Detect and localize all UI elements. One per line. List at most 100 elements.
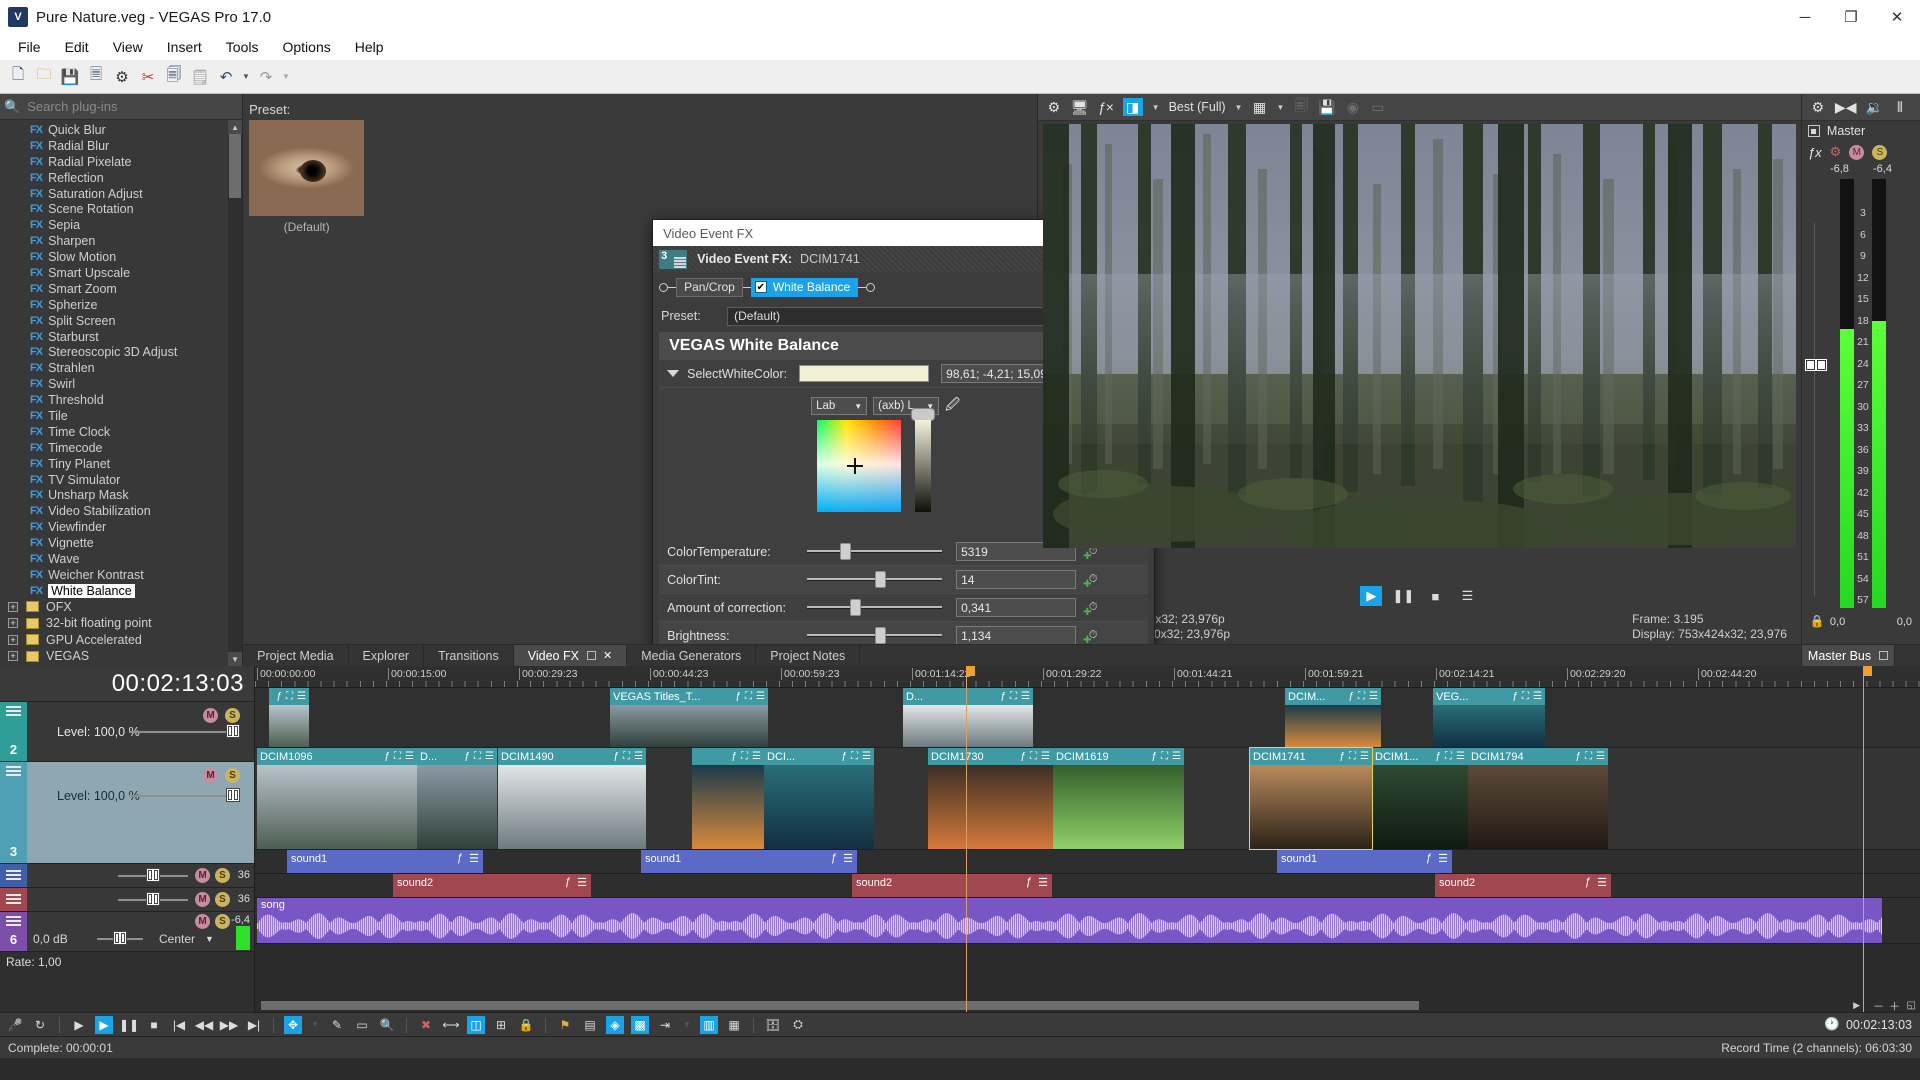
plugin-folder-item[interactable]: +GPU Accelerated bbox=[0, 632, 242, 648]
event-pan-crop-icon[interactable]: ⛶ bbox=[1030, 751, 1037, 762]
timeline-track-3[interactable]: DCIM1096ƒ⛶☰D...ƒ⛶☰DCIM1490ƒ⛶☰ƒ⛶☰DCI...ƒ⛶… bbox=[255, 748, 1920, 850]
event-menu-icon[interactable]: ☰ bbox=[1172, 751, 1181, 762]
plugin-list-item[interactable]: FXSwirl bbox=[0, 376, 242, 392]
event-menu-icon[interactable]: ☰ bbox=[577, 876, 587, 889]
track-gain-value[interactable]: 0,0 dB bbox=[33, 932, 68, 946]
menu-item-view[interactable]: View bbox=[101, 37, 155, 57]
event-pan-crop-icon[interactable]: ⛶ bbox=[745, 691, 752, 702]
event-pan-crop-icon[interactable]: ⛶ bbox=[851, 751, 858, 762]
track-number-area[interactable]: 2 bbox=[0, 702, 27, 761]
event-fx-icon[interactable]: ƒ bbox=[1575, 751, 1581, 762]
track-mute-button[interactable]: M bbox=[195, 892, 210, 907]
track-solo-button[interactable]: S bbox=[215, 868, 230, 883]
menu-item-insert[interactable]: Insert bbox=[155, 37, 214, 57]
track-pan-caret-icon[interactable]: ▼ bbox=[205, 934, 214, 944]
color-gradient-field[interactable] bbox=[817, 420, 901, 512]
event-header[interactable]: DCIM...ƒ⛶☰ bbox=[1285, 688, 1381, 705]
cut-icon[interactable]: ✂ bbox=[136, 65, 160, 89]
external-monitor-icon[interactable]: 🖥 bbox=[1071, 99, 1089, 116]
event-header[interactable]: DCIM1096ƒ⛶☰ bbox=[257, 748, 417, 765]
mute-icon[interactable]: 🔉 bbox=[1865, 99, 1882, 116]
event-fx-icon[interactable]: ƒ bbox=[276, 691, 282, 702]
track-mute-button[interactable]: M bbox=[203, 708, 218, 723]
plugin-list-item[interactable]: FXVignette bbox=[0, 535, 242, 551]
render-as-icon[interactable]: 🗏 bbox=[84, 65, 108, 89]
properties-icon[interactable]: ⛭ bbox=[789, 1016, 807, 1034]
keyframe-button[interactable]: ⏱✚ bbox=[1084, 571, 1102, 589]
timeline-canvas[interactable]: 00:00:00:0000:00:15:0000:00:29:2300:00:4… bbox=[255, 666, 1920, 1012]
event-header[interactable]: DCIM1741ƒ⛶☰ bbox=[1250, 748, 1372, 765]
event-pan-crop-icon[interactable]: ⛶ bbox=[474, 751, 481, 762]
timecode-display[interactable]: 00:02:13:03 bbox=[0, 666, 254, 702]
ripple-mode-icon[interactable]: ▥ bbox=[700, 1016, 718, 1034]
track-pan-slider[interactable] bbox=[118, 899, 188, 901]
param-value[interactable]: 0,341 bbox=[956, 598, 1076, 617]
plugin-list-item[interactable]: FXSplit Screen bbox=[0, 313, 242, 329]
timeline-video-event[interactable]: DCIM1741ƒ⛶☰ bbox=[1250, 748, 1372, 849]
event-fx-icon[interactable]: ƒ bbox=[1151, 751, 1157, 762]
event-menu-icon[interactable]: ☰ bbox=[1438, 852, 1448, 865]
expand-icon[interactable]: + bbox=[8, 602, 18, 612]
faders-icon[interactable]: ⫴ bbox=[1892, 99, 1908, 116]
timeline-audio-event[interactable]: sound2ƒ☰ bbox=[393, 874, 591, 897]
event-fx-icon[interactable]: ƒ bbox=[384, 751, 390, 762]
timeline-audio-event[interactable]: sound1ƒ☰ bbox=[287, 850, 483, 873]
go-end-icon[interactable]: ▶| bbox=[245, 1016, 263, 1034]
track-solo-button[interactable]: S bbox=[215, 914, 230, 929]
split-screen-caret-icon[interactable]: ▼ bbox=[1152, 103, 1160, 112]
audio-event-header[interactable]: sound1ƒ☰ bbox=[641, 850, 857, 867]
timeline-video-event[interactable]: DCIM1730ƒ⛶☰ bbox=[928, 748, 1053, 849]
fx-icon[interactable]: ƒx bbox=[1808, 145, 1822, 160]
auto-ripple-icon[interactable]: ↻ bbox=[31, 1016, 49, 1034]
timeline-video-event[interactable]: DCIM1...ƒ⛶☰ bbox=[1372, 748, 1468, 849]
timeline-audio-event[interactable]: sound1ƒ☰ bbox=[641, 850, 857, 873]
group-icon[interactable]: ▦ bbox=[725, 1016, 743, 1034]
luminance-gradient-bar[interactable] bbox=[915, 420, 931, 512]
save-snapshot-icon[interactable]: 💾 bbox=[1318, 99, 1335, 116]
timeline-audio-event[interactable]: sound2ƒ☰ bbox=[852, 874, 1052, 897]
maximize-button[interactable]: ❐ bbox=[1828, 0, 1874, 34]
event-fx-icon[interactable]: ƒ bbox=[1435, 751, 1441, 762]
scrollbar-thumb[interactable] bbox=[229, 134, 241, 198]
timeline-video-event[interactable]: DCIM...ƒ⛶☰ bbox=[1285, 688, 1381, 747]
plugin-list-item[interactable]: FXViewfinder bbox=[0, 519, 242, 535]
event-pan-crop-icon[interactable]: ⛶ bbox=[286, 691, 293, 702]
solo-icon[interactable]: S bbox=[1872, 145, 1887, 160]
lock-envelopes-icon[interactable]: 🔒 bbox=[517, 1016, 535, 1034]
timeline-ruler[interactable]: 00:00:00:0000:00:15:0000:00:29:2300:00:4… bbox=[255, 666, 1920, 688]
new-project-icon[interactable]: 🗋 bbox=[6, 65, 30, 89]
param-value[interactable]: 14 bbox=[956, 570, 1076, 589]
timeline-marker-2[interactable] bbox=[1863, 666, 1872, 676]
plugin-list-item[interactable]: FXTile bbox=[0, 408, 242, 424]
event-header[interactable]: DCIM1619ƒ⛶☰ bbox=[1053, 748, 1184, 765]
event-header[interactable]: ƒ⛶☰ bbox=[692, 748, 764, 765]
track-number-area[interactable]: 3 bbox=[0, 762, 27, 863]
save-project-icon[interactable]: 💾 bbox=[58, 65, 82, 89]
plugin-list-item[interactable]: FXSlow Motion bbox=[0, 249, 242, 265]
plugin-list-item[interactable]: FXSharpen bbox=[0, 233, 242, 249]
redo-dropdown-caret-icon[interactable]: ▼ bbox=[280, 72, 292, 81]
event-header[interactable]: DCIM1...ƒ⛶☰ bbox=[1372, 748, 1468, 765]
marker-icon[interactable]: ⚑ bbox=[556, 1016, 574, 1034]
timeline-track-6[interactable]: song bbox=[255, 898, 1920, 944]
track-solo-button[interactable]: S bbox=[225, 708, 240, 723]
track-solo-button[interactable]: S bbox=[225, 768, 240, 783]
event-menu-icon[interactable]: ☰ bbox=[1596, 751, 1605, 762]
zoom-in-icon[interactable]: ＋ bbox=[1889, 998, 1900, 1013]
copy-snapshot-icon[interactable]: 🗐 bbox=[1293, 95, 1309, 119]
track-menu-icon[interactable] bbox=[6, 766, 21, 777]
redo-icon[interactable]: ↷ bbox=[254, 65, 278, 89]
param-slider[interactable] bbox=[807, 603, 942, 613]
event-menu-icon[interactable]: ☰ bbox=[1021, 691, 1030, 702]
timeline-horizontal-scrollbar[interactable]: ▶ － ＋ ◱ bbox=[255, 999, 1920, 1012]
track-header-2[interactable]: 2 M S Level: 100,0 % bbox=[0, 702, 254, 762]
pause-icon[interactable]: ❚❚ bbox=[120, 1016, 138, 1034]
event-pan-crop-icon[interactable]: ⛶ bbox=[1522, 691, 1529, 702]
track-mute-button[interactable]: M bbox=[203, 768, 218, 783]
event-pan-crop-icon[interactable]: ⛶ bbox=[1445, 751, 1452, 762]
event-menu-icon[interactable]: ☰ bbox=[634, 751, 643, 762]
paste-icon[interactable]: 🗒 bbox=[188, 65, 212, 89]
timeline-video-event[interactable]: D...ƒ⛶☰ bbox=[903, 688, 1033, 747]
param-slider[interactable] bbox=[807, 547, 942, 557]
quantize-icon[interactable]: ⊞ bbox=[492, 1016, 510, 1034]
